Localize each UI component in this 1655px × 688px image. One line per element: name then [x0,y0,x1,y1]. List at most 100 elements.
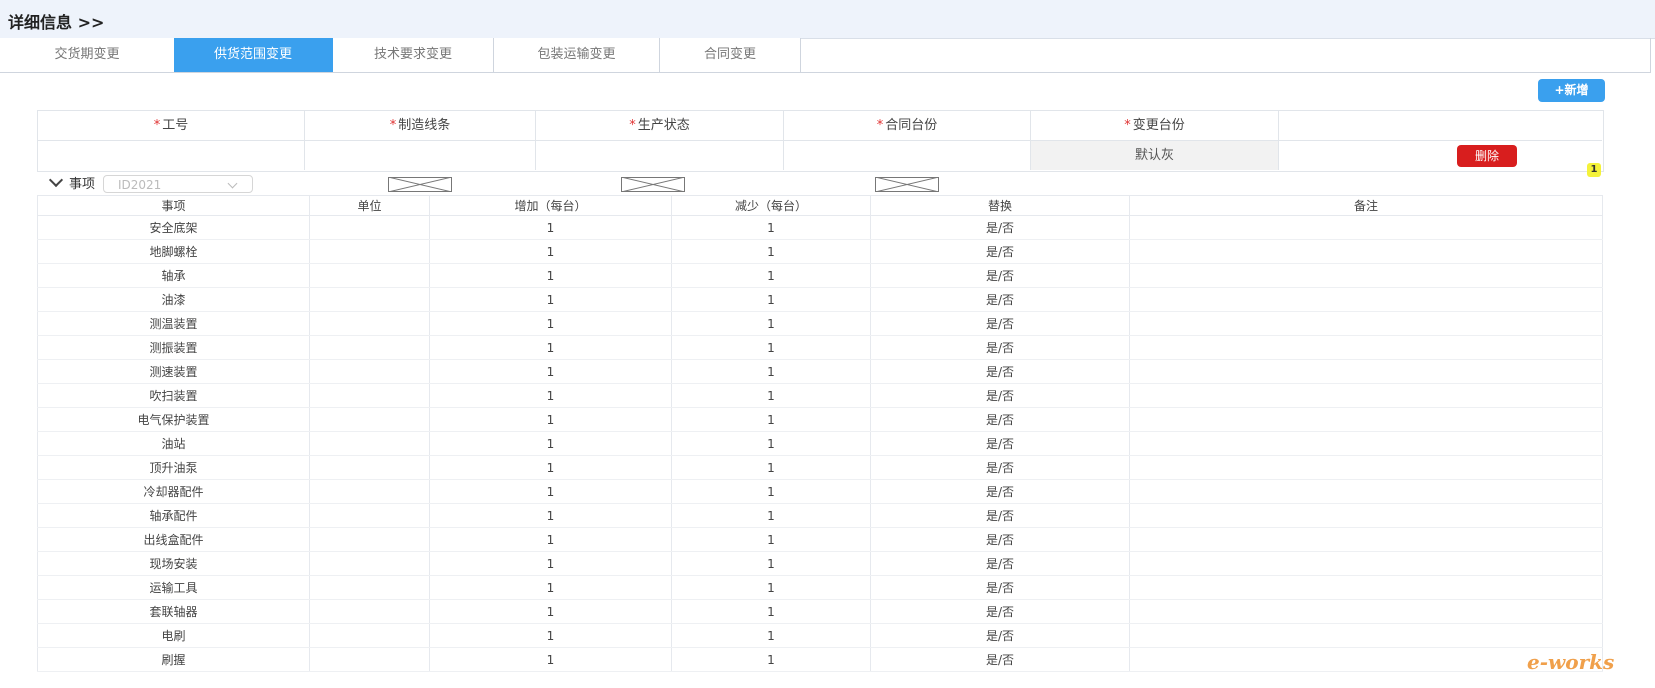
note-cell[interactable] [1129,575,1603,600]
add-cell[interactable]: 1 [429,335,672,360]
note-cell[interactable] [1129,527,1603,552]
add-cell[interactable]: 1 [429,623,672,648]
unit-cell[interactable] [309,383,430,408]
replace-cell[interactable]: 是/否 [870,527,1130,552]
add-cell[interactable]: 1 [429,599,672,624]
reduce-cell[interactable]: 1 [671,551,871,576]
unit-cell[interactable] [309,335,430,360]
add-cell[interactable]: 1 [429,431,672,456]
replace-cell[interactable]: 是/否 [870,575,1130,600]
note-cell[interactable] [1129,239,1603,264]
replace-cell[interactable]: 是/否 [870,431,1130,456]
section-toggle-items[interactable]: 事项 [47,172,95,192]
tab-supply-scope-change[interactable]: 供货范围变更 [174,38,333,72]
note-cell[interactable] [1129,215,1603,240]
tab-tech-requirement-change[interactable]: 技术要求变更 [333,38,494,72]
add-cell[interactable]: 1 [429,359,672,384]
reduce-cell[interactable]: 1 [671,503,871,528]
reduce-cell[interactable]: 1 [671,311,871,336]
unit-cell[interactable] [309,239,430,264]
image-placeholder-icon[interactable] [875,177,939,192]
add-cell[interactable]: 1 [429,647,672,672]
add-button[interactable]: +新增 [1538,79,1605,102]
note-cell[interactable] [1129,599,1603,624]
tab-packaging-transport-change[interactable]: 包装运输变更 [494,38,660,72]
unit-cell[interactable] [309,431,430,456]
unit-cell[interactable] [309,287,430,312]
add-cell[interactable]: 1 [429,311,672,336]
unit-cell[interactable] [309,575,430,600]
note-cell[interactable] [1129,431,1603,456]
note-cell[interactable] [1129,503,1603,528]
replace-cell[interactable]: 是/否 [870,287,1130,312]
unit-cell[interactable] [309,215,430,240]
unit-cell[interactable] [309,407,430,432]
note-cell[interactable] [1129,383,1603,408]
note-cell[interactable] [1129,623,1603,648]
replace-cell[interactable]: 是/否 [870,215,1130,240]
unit-cell[interactable] [309,551,430,576]
replace-cell[interactable]: 是/否 [870,335,1130,360]
add-cell[interactable]: 1 [429,287,672,312]
note-cell[interactable] [1129,311,1603,336]
add-cell[interactable]: 1 [429,503,672,528]
reduce-cell[interactable]: 1 [671,383,871,408]
reduce-cell[interactable]: 1 [671,335,871,360]
unit-cell[interactable] [309,503,430,528]
delete-button[interactable]: 删除 [1457,145,1517,167]
add-cell[interactable]: 1 [429,455,672,480]
unit-cell[interactable] [309,647,430,672]
replace-cell[interactable]: 是/否 [870,263,1130,288]
replace-cell[interactable]: 是/否 [870,359,1130,384]
job-no-select[interactable]: ID2021 [103,175,253,193]
replace-cell[interactable]: 是/否 [870,239,1130,264]
unit-cell[interactable] [309,599,430,624]
reduce-cell[interactable]: 1 [671,431,871,456]
reduce-cell[interactable]: 1 [671,599,871,624]
add-cell[interactable]: 1 [429,407,672,432]
replace-cell[interactable]: 是/否 [870,455,1130,480]
replace-cell[interactable]: 是/否 [870,503,1130,528]
reduce-cell[interactable]: 1 [671,407,871,432]
note-cell[interactable] [1129,263,1603,288]
add-cell[interactable]: 1 [429,215,672,240]
image-placeholder-icon[interactable] [388,177,452,192]
note-cell[interactable] [1129,359,1603,384]
image-placeholder-icon[interactable] [621,177,685,192]
note-cell[interactable] [1129,551,1603,576]
replace-cell[interactable]: 是/否 [870,551,1130,576]
reduce-cell[interactable]: 1 [671,263,871,288]
reduce-cell[interactable]: 1 [671,527,871,552]
tab-contract-change[interactable]: 合同变更 [660,38,801,72]
reduce-cell[interactable]: 1 [671,359,871,384]
note-cell[interactable] [1129,407,1603,432]
unit-cell[interactable] [309,527,430,552]
unit-cell[interactable] [309,455,430,480]
unit-cell[interactable] [309,263,430,288]
replace-cell[interactable]: 是/否 [870,479,1130,504]
add-cell[interactable]: 1 [429,263,672,288]
replace-cell[interactable]: 是/否 [870,647,1130,672]
replace-cell[interactable]: 是/否 [870,383,1130,408]
replace-cell[interactable]: 是/否 [870,599,1130,624]
note-cell[interactable] [1129,479,1603,504]
add-cell[interactable]: 1 [429,239,672,264]
add-cell[interactable]: 1 [429,575,672,600]
reduce-cell[interactable]: 1 [671,287,871,312]
unit-cell[interactable] [309,311,430,336]
add-cell[interactable]: 1 [429,479,672,504]
replace-cell[interactable]: 是/否 [870,623,1130,648]
replace-cell[interactable]: 是/否 [870,311,1130,336]
note-cell[interactable] [1129,287,1603,312]
note-cell[interactable] [1129,455,1603,480]
add-cell[interactable]: 1 [429,383,672,408]
unit-cell[interactable] [309,623,430,648]
unit-cell[interactable] [309,479,430,504]
reduce-cell[interactable]: 1 [671,215,871,240]
add-cell[interactable]: 1 [429,551,672,576]
unit-cell[interactable] [309,359,430,384]
note-cell[interactable] [1129,335,1603,360]
reduce-cell[interactable]: 1 [671,455,871,480]
tab-delivery-change[interactable]: 交货期变更 [0,38,175,72]
reduce-cell[interactable]: 1 [671,239,871,264]
